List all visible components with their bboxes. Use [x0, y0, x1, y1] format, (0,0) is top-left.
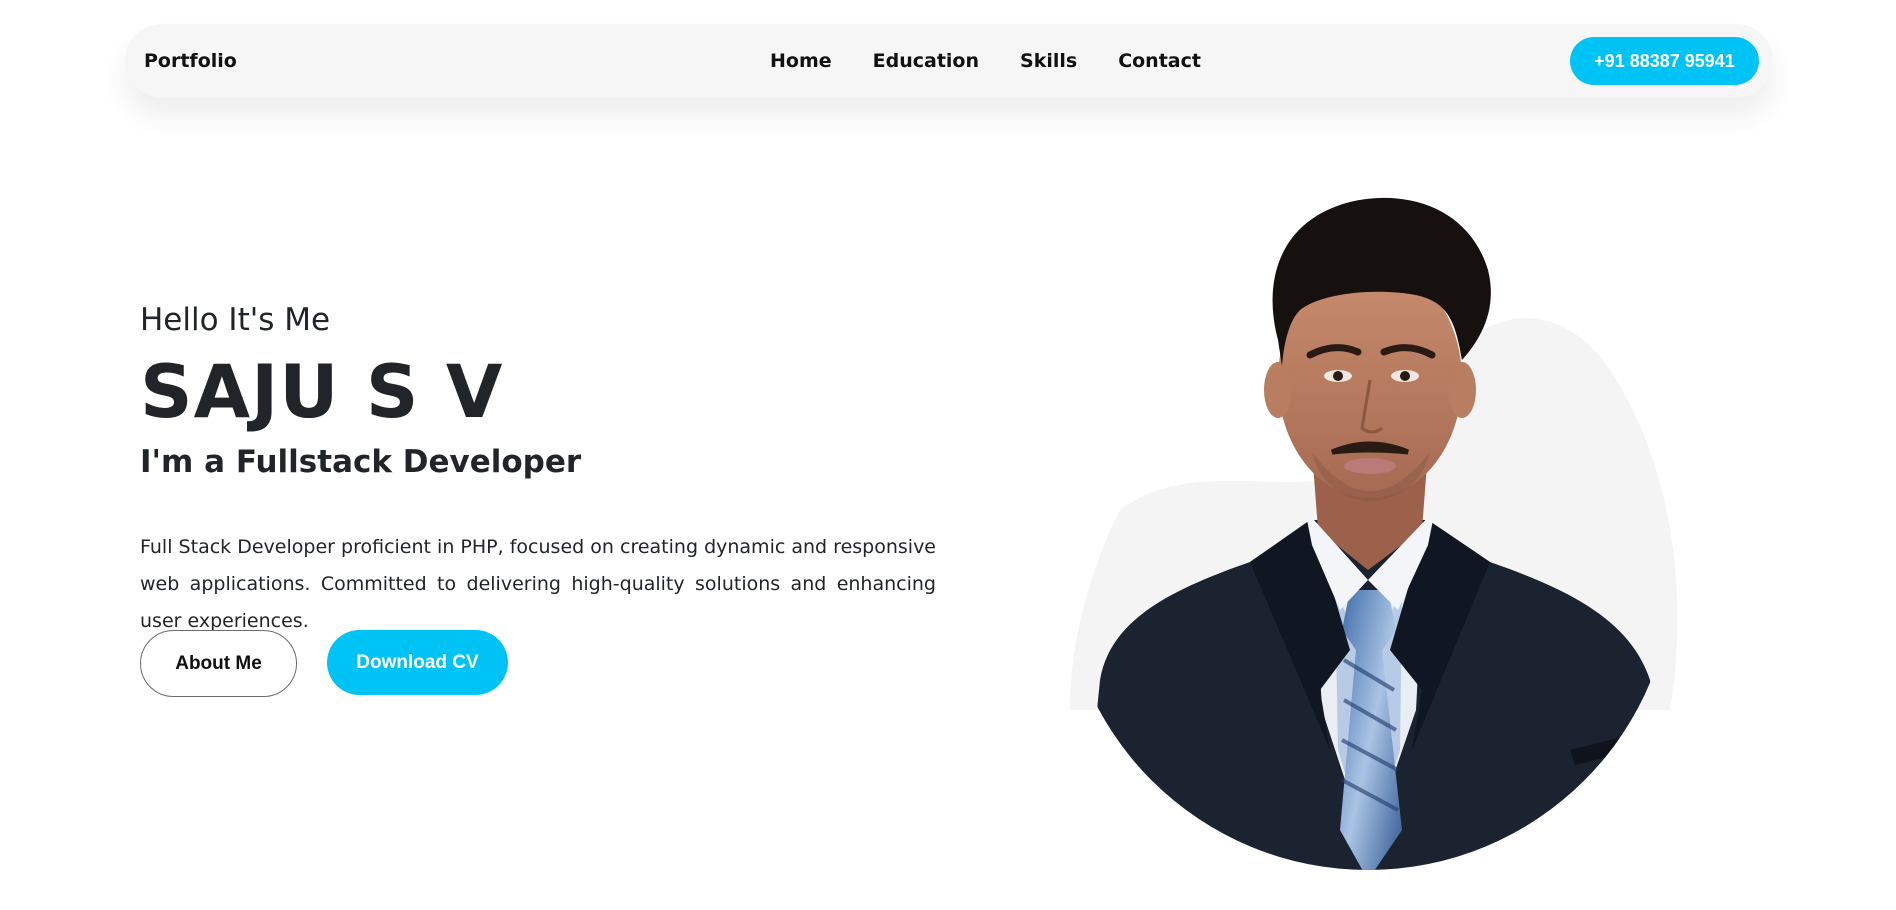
profile-portrait-image	[1070, 197, 1678, 870]
nav-item-contact: Contact	[1118, 50, 1201, 72]
hero-actions: About Me Download CV	[140, 630, 508, 697]
hero-name: SAJU S V	[140, 350, 504, 435]
nav-item-skills: Skills	[1020, 50, 1077, 72]
brand-logo-link[interactable]: Portfolio	[144, 24, 237, 98]
role-line: I'm a Fullstack Developer	[140, 440, 936, 484]
profile-photo	[1050, 190, 1690, 880]
nav-link-home[interactable]: Home	[770, 50, 832, 72]
role-highlight: Fullstack Developer	[235, 444, 582, 480]
nav-link-skills[interactable]: Skills	[1020, 50, 1077, 72]
nav-item-education: Education	[873, 50, 979, 72]
portfolio-page: Portfolio Home Education Skills Contact …	[0, 0, 1896, 910]
greeting-text: Hello It's Me	[140, 302, 331, 338]
nav-links: Home Education Skills Contact	[770, 24, 1242, 98]
about-me-button[interactable]: About Me	[140, 630, 297, 697]
role-prefix: I'm a	[140, 444, 226, 480]
hero-intro: Hello It's Me SAJU S V I'm a Fullstack D…	[140, 296, 936, 640]
download-cv-button[interactable]: Download CV	[327, 630, 508, 695]
phone-button[interactable]: +91 88387 95941	[1570, 37, 1759, 85]
hero-description: Full Stack Developer proficient in PHP, …	[140, 536, 936, 632]
nav-link-education[interactable]: Education	[873, 50, 979, 72]
navbar: Portfolio Home Education Skills Contact …	[125, 24, 1773, 98]
nav-item-home: Home	[770, 50, 832, 72]
nav-link-contact[interactable]: Contact	[1118, 50, 1201, 72]
